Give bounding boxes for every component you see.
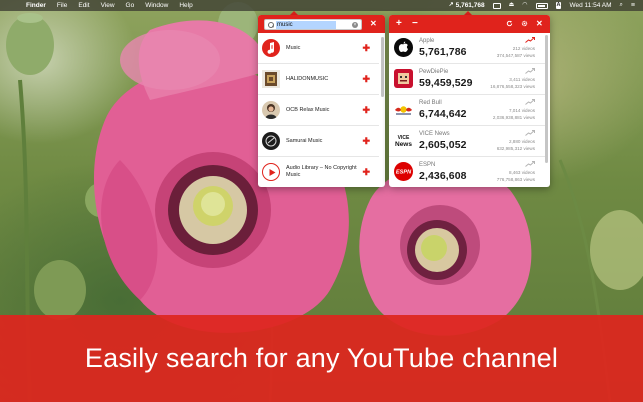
search-scrollbar[interactable] xyxy=(381,37,384,97)
vice-news-logo-icon: VICE News xyxy=(394,131,413,150)
video-count: 3,411 videos xyxy=(509,77,535,82)
table-row[interactable]: Apple 5,761,786 212 videos 374,547,587 v… xyxy=(389,33,545,64)
channel-name: OCB Relax Music xyxy=(286,106,330,113)
subscriber-count-status-item[interactable]: ↗ 5,761,768 xyxy=(449,0,485,11)
battery-icon[interactable] xyxy=(535,2,548,9)
add-channel-button[interactable]: ✚ xyxy=(362,44,370,53)
channel-name: Audio Library – No Copyright Music xyxy=(286,165,357,178)
subscriber-count: 59,459,529 xyxy=(419,77,473,89)
channel-name: ESPN xyxy=(419,162,436,168)
trend-up-icon: ↗ xyxy=(448,2,454,8)
add-channel-button[interactable]: ✚ xyxy=(362,137,370,146)
channel-stats-list: Apple 5,761,786 212 videos 374,547,587 v… xyxy=(389,33,545,187)
remove-channel-button[interactable]: − xyxy=(412,19,418,29)
trend-flat-icon xyxy=(525,68,535,74)
search-input[interactable] xyxy=(276,20,336,29)
list-item[interactable]: Samurai Music ✚ xyxy=(258,126,379,157)
view-count: 2,036,938,881 views xyxy=(492,115,535,120)
apple-logo-icon xyxy=(394,38,413,57)
eject-icon[interactable]: ⏏ xyxy=(509,0,515,11)
clock[interactable]: Wed 11:54 AM xyxy=(569,0,611,11)
subscriber-count: 5,761,786 xyxy=(419,46,467,58)
notification-center-icon[interactable]: ≡ xyxy=(631,0,635,11)
status-count: 5,761,768 xyxy=(455,2,485,9)
table-row[interactable]: ESPN ESPN 2,436,608 8,463 videos 776,758… xyxy=(389,157,545,187)
menu-finder[interactable]: Finder xyxy=(26,0,46,11)
pewdiepie-logo-icon xyxy=(394,69,413,88)
stats-header: + − ✕ xyxy=(389,15,550,33)
search-results-list: Music ✚ HALIDONMUSIC ✚ OCB Relax Music ✚… xyxy=(258,33,379,187)
menu-file[interactable]: File xyxy=(57,0,67,11)
table-row[interactable]: VICE News VICE News 2,605,052 2,880 vide… xyxy=(389,126,545,157)
spotlight-search-icon[interactable]: ⌕ xyxy=(620,0,623,11)
close-stats-button[interactable]: ✕ xyxy=(536,20,543,28)
subscriber-count: 2,605,052 xyxy=(419,139,467,151)
video-count: 7,014 videos xyxy=(508,108,535,113)
music-channel-avatar xyxy=(262,39,280,57)
channel-name: Samurai Music xyxy=(286,137,323,144)
list-item[interactable]: Audio Library – No Copyright Music ✚ xyxy=(258,157,379,187)
video-count: 212 videos xyxy=(512,46,535,51)
channel-name: Music xyxy=(286,44,301,51)
video-count: 8,463 videos xyxy=(508,170,535,175)
promo-text: Easily search for any YouTube channel xyxy=(84,343,559,373)
search-popover: × ✕ Music ✚ HALIDONMUSIC ✚ OCB Relax Mus… xyxy=(258,15,385,187)
menu-edit[interactable]: Edit xyxy=(78,0,89,11)
close-search-button[interactable]: ✕ xyxy=(370,20,377,28)
espn-logo-text: ESPN xyxy=(396,170,412,176)
add-channel-button[interactable]: ✚ xyxy=(362,75,370,84)
audio-library-avatar xyxy=(262,163,280,181)
video-count: 2,880 videos xyxy=(508,139,535,144)
trend-flat-icon xyxy=(525,99,535,105)
clear-search-icon[interactable]: × xyxy=(352,22,358,28)
list-item[interactable]: HALIDONMUSIC ✚ xyxy=(258,64,379,95)
refresh-icon[interactable] xyxy=(506,20,513,27)
view-count: 776,758,863 views xyxy=(496,177,535,182)
add-channel-button[interactable]: + xyxy=(396,19,402,29)
table-row[interactable]: PewDiePie 59,459,529 3,411 videos 16,876… xyxy=(389,64,545,95)
channel-stats-popover: + − ✕ Apple 5,761,786 212 videos 374,547… xyxy=(389,15,550,187)
channel-name: HALIDONMUSIC xyxy=(286,75,329,82)
keyboard-input-icon[interactable]: A xyxy=(555,2,562,9)
channel-name: PewDiePie xyxy=(419,69,449,75)
menu-window[interactable]: Window xyxy=(145,0,168,11)
subscriber-count: 6,744,642 xyxy=(419,108,467,120)
view-count: 16,876,558,323 views xyxy=(490,84,535,89)
menu-view[interactable]: View xyxy=(101,0,115,11)
redbull-logo-icon xyxy=(394,100,413,119)
trend-flat-icon xyxy=(525,161,535,167)
list-item[interactable]: OCB Relax Music ✚ xyxy=(258,95,379,126)
search-header: × ✕ xyxy=(258,15,385,33)
list-item[interactable]: Music ✚ xyxy=(258,33,379,64)
channel-name: Apple xyxy=(419,38,435,44)
view-count: 632,985,312 views xyxy=(496,146,535,151)
trend-up-icon xyxy=(525,37,535,43)
view-count: 374,547,587 views xyxy=(496,53,535,58)
search-box[interactable]: × xyxy=(264,19,362,30)
wifi-icon[interactable]: ◠ xyxy=(522,0,527,11)
channel-name: Red Bull xyxy=(419,100,442,106)
airplay-icon[interactable] xyxy=(492,2,501,9)
espn-logo-icon: ESPN xyxy=(394,162,413,181)
stats-scrollbar[interactable] xyxy=(545,35,548,163)
add-channel-button[interactable]: ✚ xyxy=(362,106,370,115)
table-row[interactable]: Red Bull 6,744,642 7,014 videos 2,036,93… xyxy=(389,95,545,126)
trend-flat-icon xyxy=(525,130,535,136)
subscriber-count: 2,436,608 xyxy=(419,170,467,182)
channel-name: VICE News xyxy=(419,131,450,137)
gear-icon[interactable] xyxy=(521,20,528,27)
vice-logo-bottom-text: News xyxy=(395,141,412,148)
search-icon xyxy=(268,21,274,28)
halidonmusic-avatar xyxy=(262,70,280,88)
menu-help[interactable]: Help xyxy=(179,0,192,11)
menu-bar: Finder File Edit View Go Window Help ↗ 5… xyxy=(0,0,643,11)
ocb-relax-music-avatar xyxy=(262,101,280,119)
add-channel-button[interactable]: ✚ xyxy=(362,168,370,177)
samurai-music-avatar xyxy=(262,132,280,150)
menu-bar-status-area: ↗ 5,761,768 ⏏ ◠ A Wed 11:54 AM ⌕ ≡ xyxy=(441,0,635,11)
promo-banner: Easily search for any YouTube channel xyxy=(0,315,643,402)
menu-go[interactable]: Go xyxy=(126,0,135,11)
